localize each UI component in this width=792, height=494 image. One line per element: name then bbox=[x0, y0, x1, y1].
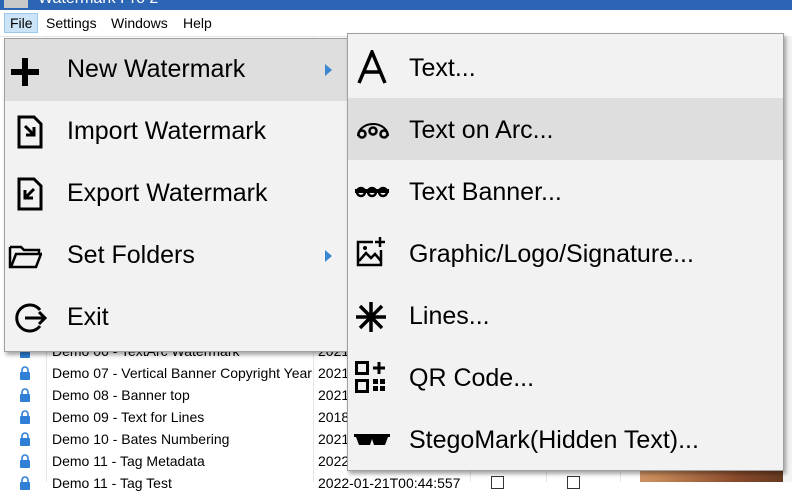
lock-icon bbox=[20, 410, 30, 424]
menu-file[interactable]: File bbox=[4, 13, 38, 33]
row-date: 2021 bbox=[318, 365, 350, 381]
menu-item-label: StegoMark(Hidden Text)... bbox=[409, 426, 699, 454]
menu-item-stegomark[interactable]: StegoMark(Hidden Text)... bbox=[348, 408, 783, 470]
row-name: Demo 09 - Text for Lines bbox=[52, 409, 205, 425]
submenu-arrow-icon bbox=[325, 64, 332, 76]
text-arc-icon bbox=[357, 123, 389, 139]
menu-item-new-watermark[interactable]: New Watermark bbox=[5, 39, 347, 101]
asterisk-lines-icon bbox=[356, 302, 386, 332]
menu-item-exit[interactable]: Exit bbox=[5, 287, 347, 349]
file-menu: New Watermark Import Watermark Export Wa… bbox=[4, 38, 348, 352]
menu-item-label: Text Banner... bbox=[409, 178, 562, 206]
plus-icon bbox=[11, 58, 39, 86]
menu-item-label: Import Watermark bbox=[67, 117, 267, 145]
menu-windows[interactable]: Windows bbox=[106, 13, 173, 33]
menu-help[interactable]: Help bbox=[178, 13, 217, 33]
row-name: Demo 10 - Bates Numbering bbox=[52, 431, 230, 447]
row-checkbox[interactable] bbox=[567, 476, 580, 489]
right-panel bbox=[783, 36, 792, 482]
row-date: 2021 bbox=[318, 387, 350, 403]
folder-icon bbox=[8, 245, 42, 269]
menu-item-label: Exit bbox=[67, 303, 109, 331]
letter-a-icon bbox=[357, 50, 387, 84]
new-watermark-submenu: Text... Text on Arc... Text Banner... Gr… bbox=[347, 33, 784, 471]
row-checkbox[interactable] bbox=[491, 476, 504, 489]
text-banner-icon bbox=[355, 186, 389, 198]
menu-item-label: Graphic/Logo/Signature... bbox=[409, 240, 694, 268]
window-title: Watermark Pro 2 bbox=[38, 0, 158, 8]
menu-item-export-watermark[interactable]: Export Watermark bbox=[5, 163, 347, 225]
exit-icon bbox=[15, 303, 47, 333]
import-file-icon bbox=[17, 115, 43, 149]
lock-icon bbox=[20, 476, 30, 490]
submenu-arrow-icon bbox=[325, 250, 332, 262]
app-icon bbox=[4, 0, 28, 8]
lock-icon bbox=[20, 454, 30, 468]
export-file-icon bbox=[17, 177, 43, 211]
menu-item-set-folders[interactable]: Set Folders bbox=[5, 225, 347, 287]
menu-item-label: New Watermark bbox=[67, 55, 246, 83]
lock-icon bbox=[20, 366, 30, 380]
qr-code-icon bbox=[355, 361, 385, 393]
menu-item-label: Export Watermark bbox=[67, 179, 268, 207]
menu-item-label: Set Folders bbox=[67, 241, 195, 269]
menu-item-text-on-arc[interactable]: Text on Arc... bbox=[348, 98, 783, 160]
row-name: Demo 07 - Vertical Banner Copyright Year bbox=[52, 365, 312, 381]
menu-item-text-banner[interactable]: Text Banner... bbox=[348, 160, 783, 222]
menu-item-label: Text... bbox=[409, 54, 476, 82]
row-name: Demo 11 - Tag Test bbox=[52, 475, 172, 491]
menu-item-graphic-logo-signature[interactable]: Graphic/Logo/Signature... bbox=[348, 222, 783, 284]
add-image-icon bbox=[356, 237, 385, 267]
row-date: 2018 bbox=[318, 409, 350, 425]
menu-settings[interactable]: Settings bbox=[41, 13, 102, 33]
menu-item-label: Lines... bbox=[409, 302, 490, 330]
menu-item-qr-code[interactable]: QR Code... bbox=[348, 346, 783, 408]
lock-icon bbox=[20, 432, 30, 446]
table-row[interactable]: Demo 11 - Tag Test 2022-01-21T00:44:557 bbox=[0, 472, 640, 494]
sunglasses-icon bbox=[354, 434, 390, 445]
menu-item-label: Text on Arc... bbox=[409, 116, 554, 144]
lock-icon bbox=[20, 388, 30, 402]
row-name: Demo 11 - Tag Metadata bbox=[52, 453, 205, 469]
row-date: 2022-01-21T00:44:557 bbox=[318, 475, 461, 491]
row-date: 2022 bbox=[318, 453, 350, 469]
menu-item-lines[interactable]: Lines... bbox=[348, 284, 783, 346]
row-date: 2021 bbox=[318, 431, 350, 447]
menu-item-import-watermark[interactable]: Import Watermark bbox=[5, 101, 347, 163]
row-name: Demo 08 - Banner top bbox=[52, 387, 190, 403]
menu-item-label: QR Code... bbox=[409, 364, 535, 392]
menu-item-text[interactable]: Text... bbox=[348, 36, 783, 98]
title-bar: Watermark Pro 2 bbox=[0, 0, 792, 10]
